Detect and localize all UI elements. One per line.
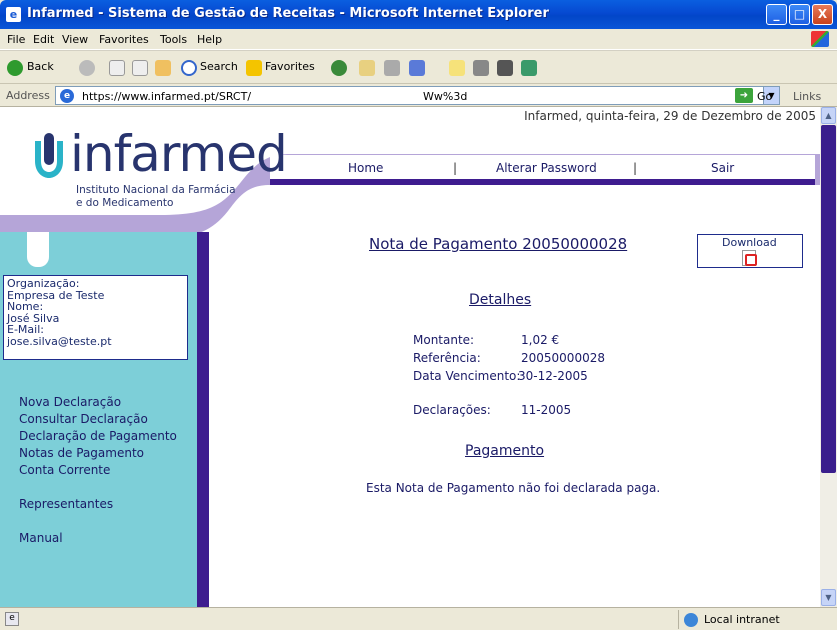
ie-icon: e	[6, 7, 21, 22]
sidebar-item-manual[interactable]: Manual	[19, 531, 63, 545]
menu-help[interactable]: Help	[197, 33, 222, 46]
payment-status-text: Esta Nota de Pagamento não foi declarada…	[366, 481, 661, 495]
nav-separator: |	[633, 161, 638, 175]
declaracoes-label: Declarações:	[413, 403, 491, 417]
minimize-button[interactable]: _	[766, 4, 787, 25]
nav-home[interactable]: Home	[348, 161, 383, 175]
sidebar-item-notas-pagamento[interactable]: Notas de Pagamento	[19, 446, 144, 460]
vencimento-value: 30-12-2005	[518, 369, 588, 383]
address-bar: Address e https://www.infarmed.pt/SRCT/ …	[0, 84, 837, 107]
search-button[interactable]: Search	[200, 60, 238, 73]
title-bar: e Infarmed - Sistema de Gestão de Receit…	[0, 0, 837, 29]
menu-edit[interactable]: Edit	[33, 33, 54, 46]
favorites-star-icon[interactable]	[246, 60, 262, 76]
address-label: Address	[6, 89, 50, 102]
montante-label: Montante:	[413, 333, 475, 347]
search-icon[interactable]	[181, 60, 197, 76]
go-button[interactable]: Go	[757, 90, 772, 103]
vencimento-label: Data Vencimento:	[413, 369, 521, 383]
close-button[interactable]: X	[812, 4, 833, 25]
declaracoes-value: 11-2005	[521, 403, 572, 417]
status-bar: e Local intranet	[0, 607, 837, 630]
media-icon[interactable]	[331, 60, 347, 76]
windows-logo-icon	[811, 31, 829, 47]
scroll-down-icon[interactable]: ▼	[821, 589, 836, 606]
tools-icon[interactable]	[521, 60, 537, 76]
toolbar: Back Search Favorites	[0, 50, 837, 84]
menu-tools[interactable]: Tools	[160, 33, 187, 46]
sidebar-item-consultar-declaracao[interactable]: Consultar Declaração	[19, 412, 148, 426]
email-value: jose.silva@teste.pt	[7, 334, 112, 348]
download-label: Download	[722, 236, 777, 249]
address-url: https://www.infarmed.pt/SRCT/	[82, 90, 252, 103]
menu-favorites[interactable]: Favorites	[99, 33, 149, 46]
research-icon[interactable]	[473, 60, 489, 76]
page-content: Infarmed, quinta-feira, 29 de Dezembro d…	[0, 107, 820, 607]
sidebar-tab-decoration	[27, 232, 49, 267]
forward-arrow-icon[interactable]	[79, 60, 95, 76]
sidebar-item-representantes[interactable]: Representantes	[19, 497, 113, 511]
scroll-thumb[interactable]	[821, 125, 836, 473]
window-title: Infarmed - Sistema de Gestão de Receitas…	[27, 6, 549, 21]
refresh-icon[interactable]	[132, 60, 148, 76]
maximize-button[interactable]: □	[789, 4, 810, 25]
montante-value: 1,02 €	[521, 333, 560, 347]
page-status-icon: e	[5, 612, 19, 626]
menu-bar: File Edit View Favorites Tools Help	[0, 29, 837, 50]
discuss-icon[interactable]	[449, 60, 465, 76]
nav-exit[interactable]: Sair	[711, 161, 734, 175]
favorites-button[interactable]: Favorites	[265, 60, 315, 73]
go-arrow-icon[interactable]: ➜	[735, 88, 753, 103]
print-icon[interactable]	[384, 60, 400, 76]
page-icon: e	[60, 89, 74, 103]
back-button[interactable]: Back	[27, 60, 54, 73]
sidebar-item-declaracao-pagamento[interactable]: Declaração de Pagamento	[19, 429, 177, 443]
user-info-box: Organização: Empresa de Teste Nome: José…	[3, 275, 188, 360]
back-arrow-icon[interactable]	[7, 60, 23, 76]
messenger-icon[interactable]	[497, 60, 513, 76]
address-input[interactable]: e https://www.infarmed.pt/SRCT/ Ww%3d ▼	[55, 86, 780, 105]
menu-file[interactable]: File	[7, 33, 25, 46]
logo-subtitle-line2: e do Medicamento	[76, 197, 174, 209]
edit-icon[interactable]	[409, 60, 425, 76]
top-navigation: Home | Alterar Password | Sair	[270, 157, 815, 181]
nav-separator: |	[453, 161, 458, 175]
payment-heading: Pagamento	[465, 443, 545, 459]
links-button[interactable]: Links	[793, 90, 821, 103]
scroll-up-icon[interactable]: ▲	[821, 107, 836, 124]
sidebar-divider	[197, 232, 209, 607]
referencia-label: Referência:	[413, 351, 481, 365]
stop-icon[interactable]	[109, 60, 125, 76]
pdf-icon[interactable]	[742, 250, 757, 266]
sidebar-item-conta-corrente[interactable]: Conta Corrente	[19, 463, 110, 477]
page-title[interactable]: Nota de Pagamento 20050000028	[369, 235, 627, 253]
security-zone: Local intranet	[678, 610, 808, 629]
sidebar-item-nova-declaracao[interactable]: Nova Declaração	[19, 395, 121, 409]
date-line: Infarmed, quinta-feira, 29 de Dezembro d…	[524, 109, 816, 123]
browser-window: e Infarmed - Sistema de Gestão de Receit…	[0, 0, 837, 630]
download-button[interactable]: Download	[697, 234, 803, 268]
nav-change-password[interactable]: Alterar Password	[496, 161, 597, 175]
vertical-scrollbar[interactable]: ▲ ▼	[820, 107, 837, 607]
logo-subtitle-line1: Instituto Nacional da Farmácia	[76, 184, 236, 196]
home-icon[interactable]	[155, 60, 171, 76]
details-heading: Detalhes	[469, 292, 532, 308]
org-label: Organização:	[7, 277, 80, 290]
logo-wordmark: infarmed	[70, 125, 288, 183]
infarmed-logo-icon	[35, 133, 63, 178]
address-url-tail: Ww%3d	[423, 90, 468, 103]
zone-label: Local intranet	[704, 613, 780, 626]
referencia-value: 20050000028	[521, 351, 605, 365]
intranet-globe-icon	[684, 613, 698, 627]
menu-view[interactable]: View	[62, 33, 88, 46]
mail-icon[interactable]	[359, 60, 375, 76]
